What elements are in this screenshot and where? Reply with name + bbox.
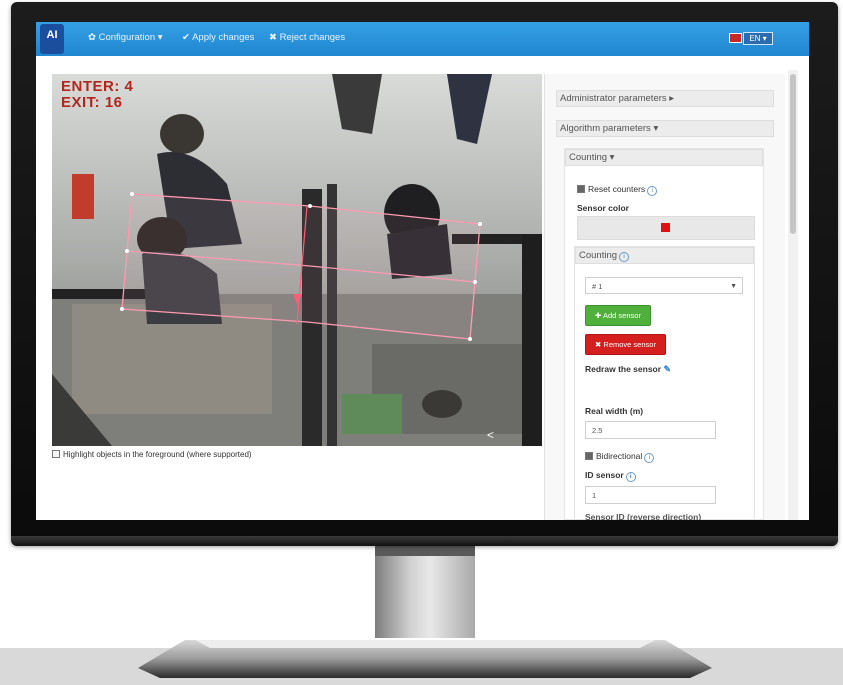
highlight-checkbox[interactable] (52, 450, 60, 458)
algorithm-parameters-section[interactable]: Algorithm parameters ▾ (556, 120, 774, 137)
sensor-select[interactable]: # 1 ▼ (585, 277, 743, 294)
svg-text:<: < (487, 428, 494, 442)
remove-sensor-button[interactable]: ✖ Remove sensor (585, 334, 666, 355)
highlight-label: Highlight objects in the foreground (whe… (63, 450, 252, 459)
sensor-color-label: Sensor color (577, 203, 629, 213)
sensor-id-reverse-label: Sensor ID (reverse direction) (585, 512, 702, 520)
bidirectional-checkbox[interactable] (585, 452, 593, 460)
top-navbar: AI ✿ Configuration ▾ ✔ Apply changes ✖ R… (36, 22, 809, 56)
monitor-neck-shadow (375, 546, 475, 556)
counting-subsection-header[interactable]: Counting i (575, 247, 754, 264)
reset-counters-option[interactable]: Reset counters i (577, 184, 658, 196)
screen: AI ✿ Configuration ▾ ✔ Apply changes ✖ R… (36, 22, 809, 520)
app-logo[interactable]: AI (40, 24, 64, 54)
add-sensor-button[interactable]: ✚ Add sensor (585, 305, 651, 326)
enter-counter: ENTER: 4 (61, 78, 134, 95)
reject-changes-button[interactable]: ✖ Reject changes (269, 32, 345, 43)
administrator-parameters-section[interactable]: Administrator parameters ▸ (556, 90, 774, 107)
settings-scrollbar[interactable] (788, 70, 798, 520)
real-width-input[interactable]: 2.5 (585, 421, 716, 439)
redraw-sensor-option[interactable]: Redraw the sensor ✎ (585, 364, 671, 375)
language-dropdown[interactable]: EN ▾ (743, 32, 773, 45)
info-icon[interactable]: i (647, 186, 658, 196)
sensor-select-value: # 1 (592, 282, 603, 291)
monitor-neck (375, 546, 475, 638)
reset-counters-label: Reset counters (588, 184, 646, 194)
id-sensor-label-row: ID sensor i (585, 470, 636, 482)
flag-icon (729, 33, 742, 43)
id-sensor-label: ID sensor (585, 470, 624, 480)
info-icon[interactable]: i (644, 453, 655, 463)
apply-changes-button[interactable]: ✔ Apply changes (182, 32, 254, 43)
sensor-color-picker[interactable] (577, 216, 755, 240)
redraw-sensor-label: Redraw the sensor (585, 364, 662, 374)
info-icon[interactable]: i (625, 472, 636, 482)
id-sensor-input[interactable]: 1 (585, 486, 716, 504)
info-icon[interactable]: i (619, 252, 630, 262)
bidirectional-label: Bidirectional (596, 451, 643, 461)
scrollbar-thumb[interactable] (790, 74, 796, 234)
configuration-menu[interactable]: ✿ Configuration ▾ (88, 32, 163, 43)
counting-section-header[interactable]: Counting ▾ (565, 149, 763, 166)
reset-counters-checkbox[interactable] (577, 185, 585, 193)
pencil-icon[interactable]: ✎ (663, 364, 671, 374)
camera-scene: < (52, 74, 542, 446)
monitor-bezel-bottom (11, 536, 838, 546)
exit-counter: EXIT: 16 (61, 94, 123, 111)
real-width-label: Real width (m) (585, 406, 644, 416)
counting-sub-label: Counting (579, 250, 618, 261)
highlight-foreground-option[interactable]: Highlight objects in the foreground (whe… (52, 450, 252, 459)
camera-feed[interactable]: < ENTER: 4 EXIT: 16 (52, 74, 542, 446)
sensor-color-swatch (661, 223, 670, 232)
chevron-down-icon: ▼ (730, 283, 737, 290)
bidirectional-option[interactable]: Bidirectional i (585, 451, 655, 463)
